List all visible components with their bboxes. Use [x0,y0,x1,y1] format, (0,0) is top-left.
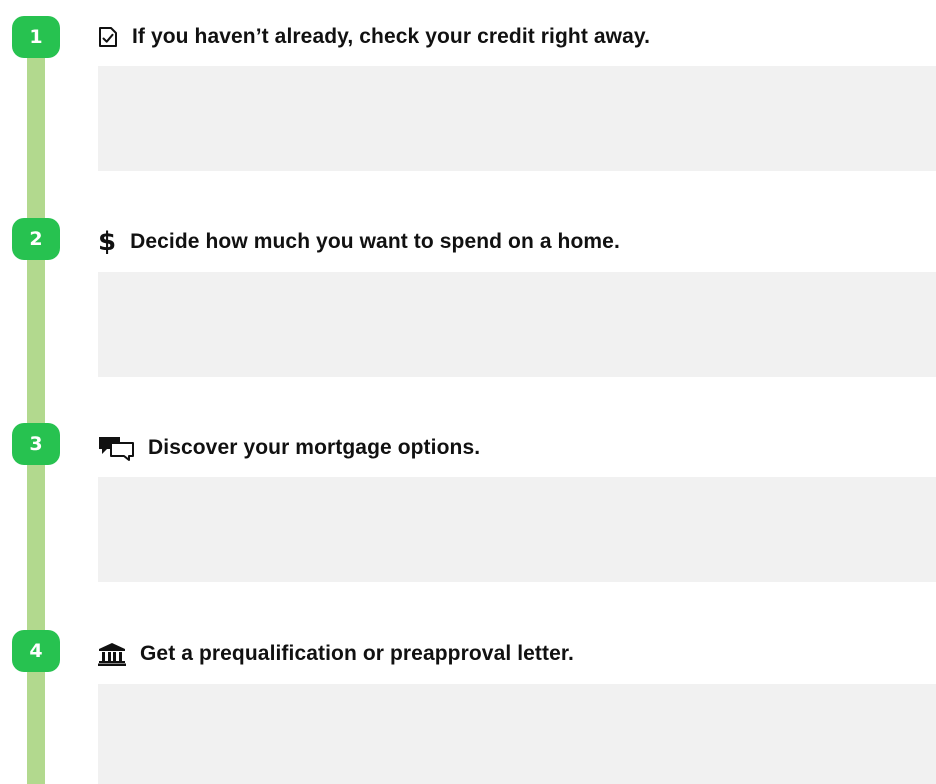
step-title: Discover your mortgage options. [148,436,481,459]
step-content-box [98,66,936,171]
bank-icon [98,642,126,666]
step-title: Decide how much you want to spend on a h… [130,230,620,253]
step-content-box [98,477,936,582]
step-number-badge: 2 [12,218,60,260]
step-title: Get a prequalification or preapproval le… [140,642,574,665]
step-heading: Discover your mortgage options. [98,430,480,466]
step-heading: Get a prequalification or preapproval le… [98,636,574,672]
dollar-icon: $ [98,229,116,255]
step-number-badge: 3 [12,423,60,465]
step-number-badge: 1 [12,16,60,58]
dollar-symbol: $ [98,227,117,257]
checklist-icon [98,26,118,48]
step-number-badge: 4 [12,630,60,672]
chat-bubbles-icon [98,435,134,461]
homebuying-steps: 1 If you haven’t already, check your cre… [0,0,936,784]
step-content-box [98,272,936,377]
step-content-box [98,684,936,784]
step-heading: $ Decide how much you want to spend on a… [98,224,620,260]
step-heading: If you haven’t already, check your credi… [98,19,650,55]
step-title: If you haven’t already, check your credi… [132,25,651,48]
